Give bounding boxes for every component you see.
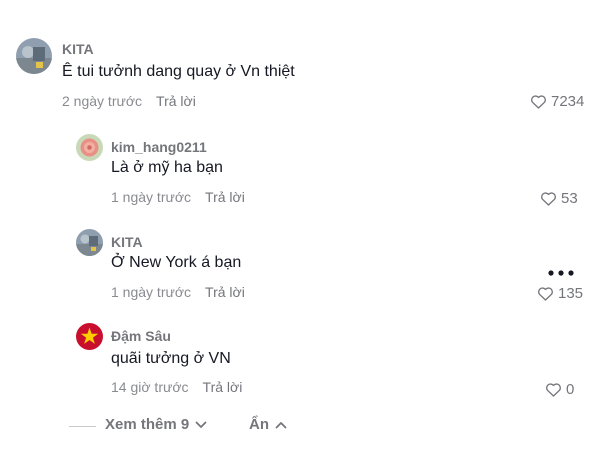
heart-outline-icon <box>538 287 553 301</box>
avatar[interactable] <box>76 323 103 350</box>
divider-line <box>69 426 96 427</box>
like-count: 0 <box>566 381 575 398</box>
comment-username[interactable]: kim_hang0211 <box>111 139 207 155</box>
hide-replies-button[interactable]: Ẩn <box>249 416 287 433</box>
view-more-label: Xem thêm 9 <box>105 416 190 433</box>
comment-timestamp: 1 ngày trước <box>111 284 192 300</box>
like-button[interactable]: 7234 <box>530 93 584 110</box>
hide-label: Ẩn <box>249 416 269 433</box>
comment-username[interactable]: KITA <box>111 234 143 250</box>
comment-meta: 1 ngày trước Trả lời <box>111 189 245 205</box>
reply-button[interactable]: Trả lời <box>203 379 243 395</box>
chevron-up-icon <box>275 421 287 428</box>
comment-timestamp: 2 ngày trước <box>62 93 143 109</box>
more-dots-icon <box>548 270 574 276</box>
heart-outline-icon <box>531 95 546 109</box>
reply-button[interactable]: Trả lời <box>205 284 245 300</box>
reply-item: Đậm Sâu quãi tưởng ở VN 14 giờ trước Trả … <box>0 312 598 408</box>
comment-meta: 14 giờ trước Trả lời <box>111 379 242 395</box>
comment-text: Ở New York á bạn <box>111 254 242 271</box>
chevron-down-icon <box>195 421 207 428</box>
comment-text: Ê tui tưởnh dang quay ở Vn thiệt <box>62 63 295 80</box>
comment-meta: 1 ngày trước Trả lời <box>111 284 245 300</box>
comment-item: KITA Ê tui tưởnh dang quay ở Vn thiệt 2 … <box>0 0 598 120</box>
like-button[interactable]: 135 <box>537 285 583 302</box>
reply-button[interactable]: Trả lời <box>156 93 196 109</box>
reply-item: KITA Ở New York á bạn 1 ngày trước Trả lờ… <box>0 216 598 312</box>
like-button[interactable]: 0 <box>545 381 574 398</box>
comment-username[interactable]: KITA <box>62 41 94 57</box>
like-count: 7234 <box>551 93 585 110</box>
like-count: 135 <box>558 285 584 302</box>
reply-item: kim_hang0211 Là ở mỹ ha bạn 1 ngày trước… <box>0 120 598 216</box>
heart-outline-icon <box>546 383 561 397</box>
more-options-button[interactable] <box>548 266 574 278</box>
comment-meta: 2 ngày trước Trả lời <box>62 93 196 109</box>
reply-button[interactable]: Trả lời <box>205 189 245 205</box>
avatar[interactable] <box>76 229 103 256</box>
comment-text: quãi tưởng ở VN <box>111 350 231 367</box>
like-count: 53 <box>561 190 578 207</box>
comment-text: Là ở mỹ ha bạn <box>111 159 223 176</box>
avatar[interactable] <box>76 134 103 161</box>
avatar[interactable] <box>16 38 52 74</box>
like-button[interactable]: 53 <box>540 190 578 207</box>
heart-outline-icon <box>541 192 556 206</box>
view-more-replies-button[interactable]: Xem thêm 9 <box>105 416 207 433</box>
comment-timestamp: 1 ngày trước <box>111 189 192 205</box>
comment-username[interactable]: Đậm Sâu <box>111 328 171 344</box>
comment-timestamp: 14 giờ trước <box>111 379 189 395</box>
